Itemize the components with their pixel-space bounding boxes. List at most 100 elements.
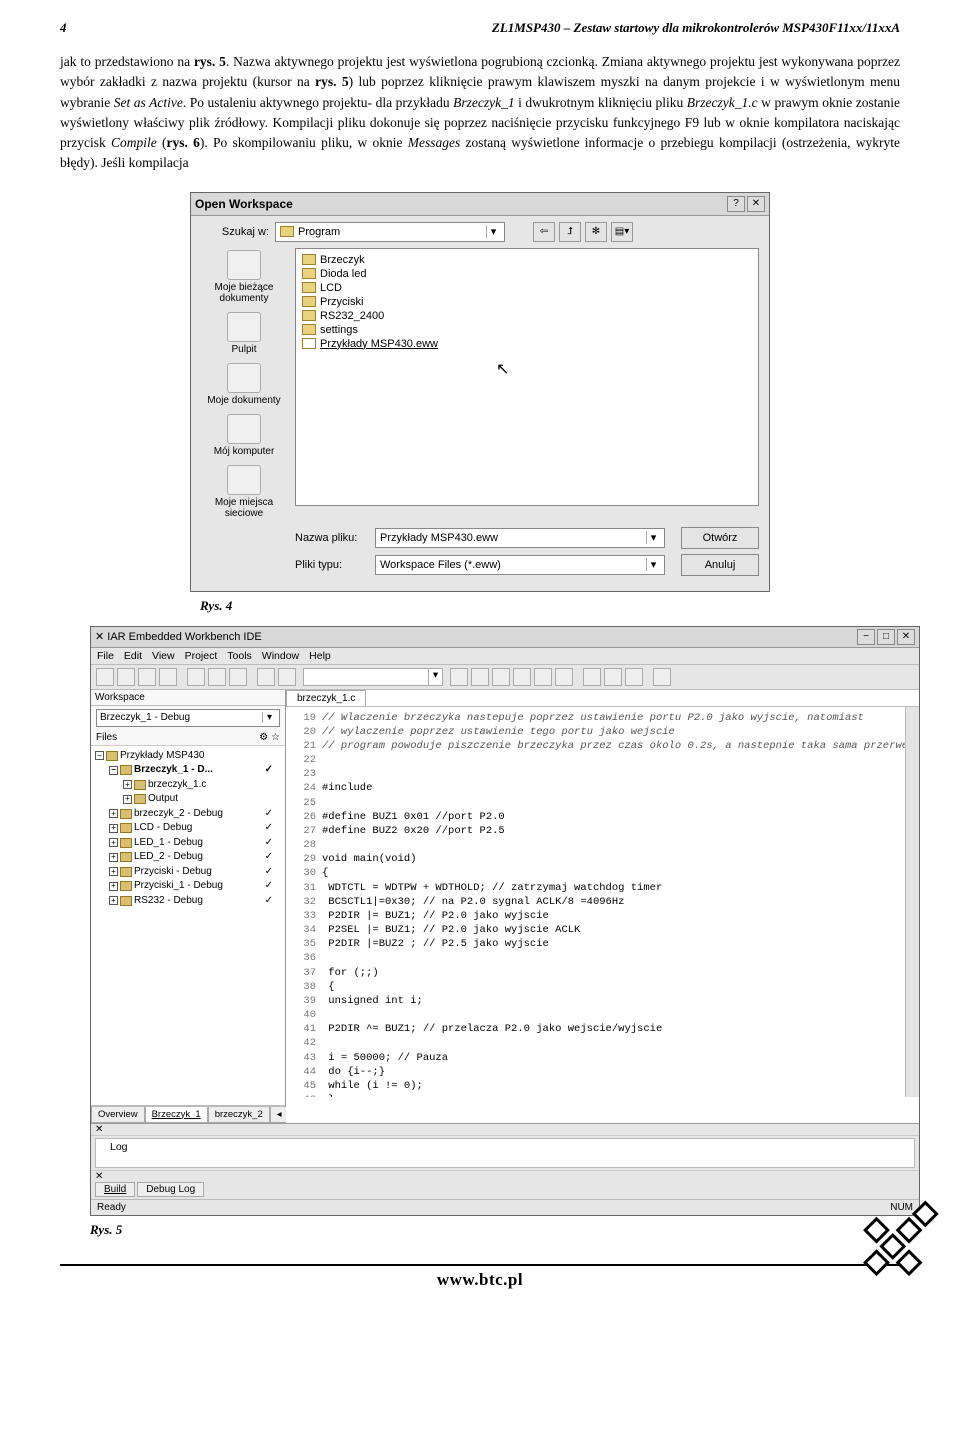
tab-debug-log[interactable]: Debug Log bbox=[137, 1182, 204, 1197]
check-icon: ✓ bbox=[265, 894, 281, 909]
tab-overview[interactable]: Overview bbox=[91, 1107, 145, 1123]
open-icon[interactable] bbox=[117, 668, 135, 686]
list-item[interactable]: LCD bbox=[302, 281, 752, 295]
expand-icon[interactable]: − bbox=[109, 766, 118, 775]
menu-bar: File Edit View Project Tools Window Help bbox=[91, 648, 919, 665]
chevron-down-icon[interactable]: ▾ bbox=[646, 558, 660, 571]
tab-build[interactable]: Build bbox=[95, 1182, 135, 1197]
menu-edit[interactable]: Edit bbox=[124, 650, 142, 662]
copy-icon[interactable] bbox=[208, 668, 226, 686]
cancel-button[interactable]: Anuluj bbox=[681, 554, 759, 576]
expand-icon[interactable]: + bbox=[109, 809, 118, 818]
new-icon[interactable] bbox=[96, 668, 114, 686]
views-button[interactable]: ▤▾ bbox=[611, 222, 633, 242]
file-list[interactable]: Brzeczyk Dioda led LCD Przyciski RS232_2… bbox=[295, 248, 759, 506]
tree-item[interactable]: + LED_2 - Debug✓ bbox=[95, 850, 281, 865]
close-icon[interactable]: ✕ bbox=[897, 629, 915, 645]
expand-icon[interactable]: + bbox=[109, 824, 118, 833]
list-item[interactable]: Brzeczyk bbox=[302, 253, 752, 267]
cut-icon[interactable] bbox=[187, 668, 205, 686]
tab-brzeczyk-2[interactable]: brzeczyk_2 bbox=[208, 1107, 270, 1123]
print-icon[interactable] bbox=[159, 668, 177, 686]
expand-icon[interactable]: + bbox=[109, 853, 118, 862]
tab-brzeczyk-1[interactable]: Brzeczyk_1 bbox=[145, 1107, 208, 1123]
chevron-down-icon[interactable]: ▾ bbox=[428, 669, 442, 685]
look-in-combo[interactable]: Program ▾ bbox=[275, 222, 505, 242]
list-item[interactable]: Dioda led bbox=[302, 267, 752, 281]
list-item-selected[interactable]: Przykłady MSP430.eww bbox=[302, 337, 752, 351]
paste-icon[interactable] bbox=[229, 668, 247, 686]
find-next-icon[interactable] bbox=[492, 668, 510, 686]
menu-file[interactable]: File bbox=[97, 650, 114, 662]
tree-label: Przyciski_1 - Debug bbox=[134, 879, 223, 894]
list-item[interactable]: Przyciski bbox=[302, 295, 752, 309]
chevron-down-icon[interactable]: ▾ bbox=[646, 531, 660, 544]
filename-input[interactable]: Przykłady MSP430.eww▾ bbox=[375, 528, 665, 548]
maximize-icon[interactable]: □ bbox=[877, 629, 895, 645]
expand-icon[interactable]: − bbox=[95, 751, 104, 760]
log-body[interactable]: Log bbox=[95, 1138, 915, 1168]
expand-icon[interactable]: + bbox=[109, 882, 118, 891]
vertical-scrollbar[interactable] bbox=[905, 707, 919, 1097]
expand-icon[interactable]: + bbox=[109, 838, 118, 847]
new-folder-button[interactable]: ✻ bbox=[585, 222, 607, 242]
expand-icon[interactable]: + bbox=[109, 896, 118, 905]
config-combo[interactable]: Brzeczyk_1 - Debug▾ bbox=[96, 709, 280, 727]
tree-item[interactable]: + Przyciski_1 - Debug✓ bbox=[95, 879, 281, 894]
bookmark-icon[interactable] bbox=[513, 668, 531, 686]
folder-icon bbox=[120, 896, 132, 906]
tree-item[interactable]: − Przykłady MSP430 bbox=[95, 749, 281, 764]
chevron-down-icon[interactable]: ▾ bbox=[486, 225, 500, 238]
tree-item[interactable]: + Przyciski - Debug✓ bbox=[95, 865, 281, 880]
expand-icon[interactable]: + bbox=[123, 780, 132, 789]
minimize-icon[interactable]: − bbox=[857, 629, 875, 645]
back-button[interactable]: ⇦ bbox=[533, 222, 555, 242]
list-item[interactable]: RS232_2400 bbox=[302, 309, 752, 323]
redo-icon[interactable] bbox=[278, 668, 296, 686]
menu-project[interactable]: Project bbox=[185, 650, 218, 662]
place-network[interactable]: Moje miejsca sieciowe bbox=[201, 465, 287, 519]
tree-item[interactable]: + Output bbox=[95, 792, 281, 807]
tree-item[interactable]: + brzeczyk_1.c bbox=[95, 778, 281, 793]
filetype-combo[interactable]: Workspace Files (*.eww)▾ bbox=[375, 555, 665, 575]
source-code[interactable]: 19// Wlaczenie brzeczyka nastepuje poprz… bbox=[286, 707, 919, 1097]
workspace-label: Workspace bbox=[91, 690, 285, 706]
place-desktop[interactable]: Pulpit bbox=[201, 312, 287, 355]
project-tree[interactable]: − Przykłady MSP430− Brzeczyk_1 - D...✓+ … bbox=[91, 746, 285, 1106]
stop-icon[interactable] bbox=[625, 668, 643, 686]
find-icon[interactable] bbox=[450, 668, 468, 686]
chevron-down-icon[interactable]: ▾ bbox=[262, 712, 276, 723]
code-line: 24#include bbox=[294, 781, 911, 795]
debug-icon[interactable] bbox=[653, 668, 671, 686]
nav-fwd-icon[interactable] bbox=[555, 668, 573, 686]
tree-item[interactable]: + brzeczyk_2 - Debug✓ bbox=[95, 807, 281, 822]
expand-icon[interactable]: + bbox=[123, 795, 132, 804]
expand-icon[interactable]: + bbox=[109, 867, 118, 876]
make-icon[interactable] bbox=[604, 668, 622, 686]
save-icon[interactable] bbox=[138, 668, 156, 686]
compile-icon[interactable] bbox=[583, 668, 601, 686]
status-text: Ready bbox=[97, 1202, 126, 1213]
menu-tools[interactable]: Tools bbox=[227, 650, 252, 662]
list-item[interactable]: settings bbox=[302, 323, 752, 337]
undo-icon[interactable] bbox=[257, 668, 275, 686]
code-line: 22 bbox=[294, 753, 911, 767]
tree-item[interactable]: + RS232 - Debug✓ bbox=[95, 894, 281, 909]
place-computer[interactable]: Mój komputer bbox=[201, 414, 287, 457]
help-icon[interactable]: ? bbox=[727, 196, 745, 212]
menu-view[interactable]: View bbox=[152, 650, 175, 662]
up-button[interactable]: ⮥ bbox=[559, 222, 581, 242]
place-mydocs[interactable]: Moje dokumenty bbox=[201, 363, 287, 406]
tree-item[interactable]: + LCD - Debug✓ bbox=[95, 821, 281, 836]
tree-item[interactable]: − Brzeczyk_1 - D...✓ bbox=[95, 763, 281, 778]
tree-item[interactable]: + LED_1 - Debug✓ bbox=[95, 836, 281, 851]
find-prev-icon[interactable] bbox=[471, 668, 489, 686]
nav-back-icon[interactable] bbox=[534, 668, 552, 686]
close-icon[interactable]: ✕ bbox=[747, 196, 765, 212]
code-line: 31 WDTCTL = WDTPW + WDTHOLD; // zatrzyma… bbox=[294, 881, 911, 895]
menu-help[interactable]: Help bbox=[309, 650, 331, 662]
open-button[interactable]: Otwórz bbox=[681, 527, 759, 549]
editor-tab[interactable]: brzeczyk_1.c bbox=[286, 690, 366, 706]
menu-window[interactable]: Window bbox=[262, 650, 299, 662]
place-recent[interactable]: Moje bieżące dokumenty bbox=[201, 250, 287, 304]
